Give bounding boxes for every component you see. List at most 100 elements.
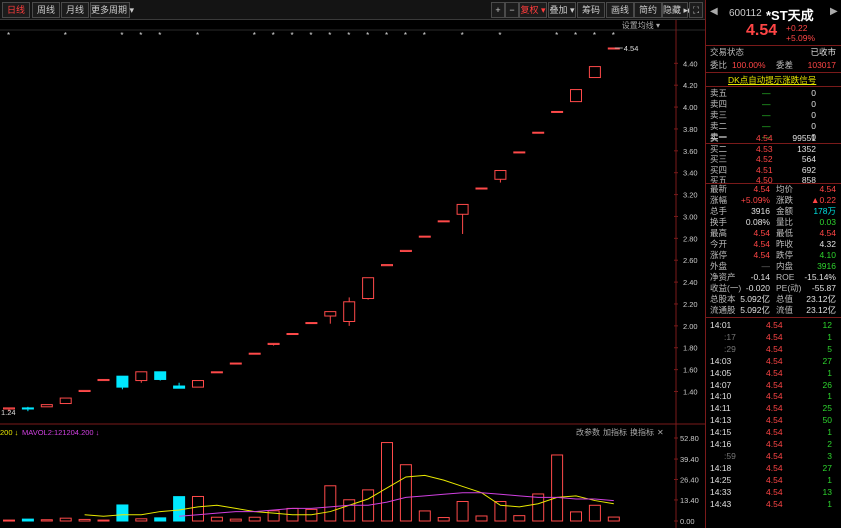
tick-row: 14:15 4.54 1 <box>706 427 841 438</box>
candle-body <box>305 322 318 325</box>
tick-volume: 1 <box>827 367 832 378</box>
event-star-icon[interactable]: * <box>498 31 501 40</box>
tick-price: 4.54 <box>766 450 783 461</box>
tick-time: 14:33 <box>710 486 732 497</box>
zoom-out-button[interactable]: − <box>505 2 519 18</box>
event-star-icon[interactable]: * <box>253 31 256 40</box>
event-star-icon[interactable]: * <box>196 31 199 40</box>
candle <box>362 277 375 300</box>
tick-price: 4.54 <box>766 474 783 485</box>
volume-bar <box>475 515 488 522</box>
stat-row: 今开 4.54 昨收 4.32 <box>706 239 841 250</box>
overlay-dropdown[interactable]: 叠加 ▾ <box>548 2 576 18</box>
tick-row: 14:25 4.54 1 <box>706 475 841 486</box>
tick-volume: 25 <box>822 403 832 414</box>
ask-level[interactable]: 卖四 — 0 <box>706 99 841 110</box>
candles <box>3 47 620 412</box>
event-star-icon[interactable]: * <box>404 31 407 40</box>
ask-level[interactable]: 卖三 — 0 <box>706 110 841 121</box>
event-star-icon[interactable]: * <box>612 31 615 40</box>
event-star-icon[interactable]: * <box>366 31 369 40</box>
hide-button[interactable]: 隐藏 ▸▸ <box>662 2 693 18</box>
candle-body <box>229 362 242 365</box>
event-star-icon[interactable]: * <box>593 31 596 40</box>
prev-stock-icon[interactable]: ◀ <box>710 6 718 17</box>
add-indicator-button[interactable]: 加指标 <box>603 427 627 437</box>
event-star-icon[interactable]: * <box>64 31 67 40</box>
event-star-icon[interactable]: * <box>347 31 350 40</box>
price-tick-label: 3.20 <box>683 191 698 200</box>
candle-body <box>21 407 34 410</box>
event-star-icon[interactable]: * <box>291 31 294 40</box>
candle-body <box>456 203 469 215</box>
next-stock-icon[interactable]: ▶ <box>830 6 838 17</box>
stat-label: 跌停 <box>776 250 794 260</box>
stat-label: 今开 <box>710 239 728 249</box>
candle-body <box>513 151 526 154</box>
stat-row: 外盘 — 内盘 3916 <box>706 261 841 272</box>
tick-time: 14:25 <box>710 474 732 485</box>
ma-setting-dropdown[interactable]: 设置均线 ▾ <box>622 20 660 30</box>
candle-body <box>40 404 53 408</box>
candle <box>21 406 34 412</box>
volume-bar <box>570 511 582 522</box>
event-star-icon[interactable]: * <box>385 31 388 40</box>
tick-row: 14:16 4.54 2 <box>706 439 841 450</box>
stat-label: 均价 <box>776 184 794 194</box>
period-more-dropdown[interactable]: 更多周期 ▾ <box>90 2 134 18</box>
bid-level[interactable]: 买一 4.54 99551 <box>706 133 841 144</box>
tick-time: 14:10 <box>710 391 732 402</box>
switch-indicator-button[interactable]: 换指标 <box>630 427 654 437</box>
bid-level[interactable]: 买四 4.51 692 <box>706 165 841 176</box>
candle-body <box>343 301 356 322</box>
weicha-label: 委差 <box>776 60 794 70</box>
stat-value: 3916 <box>751 206 770 216</box>
ask-level[interactable]: 卖五 — 0 <box>706 88 841 99</box>
draw-line-button[interactable]: 画线 <box>606 2 634 18</box>
event-star-icon[interactable]: * <box>423 31 426 40</box>
bid-level[interactable]: 买二 4.53 1352 <box>706 144 841 155</box>
period-tab-week[interactable]: 周线 <box>32 2 60 18</box>
event-star-icon[interactable]: * <box>139 31 142 40</box>
event-star-icon[interactable]: * <box>461 31 464 40</box>
event-star-icon[interactable]: * <box>120 31 123 40</box>
stat-value: 4.54 <box>819 184 836 194</box>
fullscreen-icon[interactable]: ⛶ <box>689 2 703 18</box>
volume-bar <box>418 510 431 522</box>
event-star-icon[interactable]: * <box>328 31 331 40</box>
candle-body <box>154 371 167 380</box>
volume-bar <box>343 499 356 522</box>
stat-value: +5.09% <box>740 195 770 205</box>
ask-price: — <box>762 99 771 109</box>
event-star-icon[interactable]: * <box>7 31 10 40</box>
tick-time: 14:15 <box>710 427 732 438</box>
candle-body <box>588 66 601 79</box>
tick-volume: 27 <box>822 462 832 473</box>
simple-button[interactable]: 简约 <box>634 2 662 18</box>
event-star-icon[interactable]: * <box>309 31 312 40</box>
quote-header: ◀ 600112 *ST天成 ▶ 4.54 +0.22 +5.09% <box>706 0 841 44</box>
event-star-icon[interactable]: * <box>272 31 275 40</box>
event-star-icon[interactable]: * <box>158 31 161 40</box>
stat-label: 流值 <box>776 305 794 315</box>
tick-time: :59 <box>724 450 736 461</box>
kline-chart[interactable]: 设置均线 ▾ 4.40 4.20 4.00 3.80 3.60 3.40 3.20 3.00 2… <box>0 20 705 528</box>
ask-level[interactable]: 卖二 — 0 <box>706 121 841 132</box>
edit-params-button[interactable]: 改参数 <box>576 427 600 437</box>
adjust-dropdown[interactable]: 复权 ▾ <box>519 2 547 18</box>
candle <box>570 89 582 103</box>
close-indicator-icon[interactable]: ✕ <box>657 428 664 437</box>
period-tab-day[interactable]: 日线 <box>2 2 30 18</box>
ask-price: — <box>762 88 771 98</box>
period-tab-month[interactable]: 月线 <box>61 2 89 18</box>
event-star-icon[interactable]: * <box>574 31 577 40</box>
candle <box>229 362 242 365</box>
candle <box>267 342 280 346</box>
volume-bar <box>324 485 337 522</box>
chips-button[interactable]: 筹码 <box>577 2 605 18</box>
candle-body <box>78 389 91 392</box>
dk-signal-link[interactable]: DK点自动提示涨跌信号 <box>728 74 816 86</box>
zoom-in-button[interactable]: + <box>491 2 505 18</box>
bid-level[interactable]: 买三 4.52 564 <box>706 154 841 165</box>
event-star-icon[interactable]: * <box>555 31 558 40</box>
